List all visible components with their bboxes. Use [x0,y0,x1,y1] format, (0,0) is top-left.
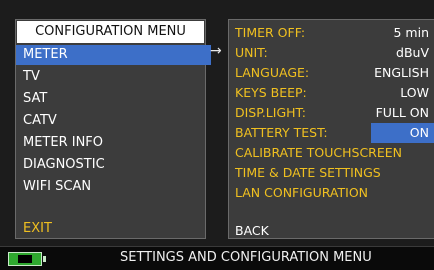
setting-label: KEYS BEEP: [235,85,307,100]
setting-value: ENGLISH [374,65,429,80]
status-bar-text: SETTINGS AND CONFIGURATION MENU [120,250,372,265]
setting-row-keys-beep[interactable]: KEYS BEEP: LOW [229,83,434,103]
menu-item-catv[interactable]: CATV [16,111,211,131]
setting-row-language[interactable]: LANGUAGE: ENGLISH [229,63,434,83]
setting-row-battery-test[interactable]: BATTERY TEST: ON [229,123,434,143]
setting-label: UNIT: [235,45,268,60]
setting-label: LANGUAGE: [235,65,310,80]
exit-button[interactable]: EXIT [16,219,52,239]
configuration-menu-panel: CONFIGURATION MENU METER TV SAT CATV MET… [15,19,211,239]
setting-value: LOW [400,85,429,100]
status-bar: SETTINGS AND CONFIGURATION MENU [0,246,434,270]
back-label: BACK [235,223,269,238]
calibrate-touchscreen-item[interactable]: CALIBRATE TOUCHSCREEN [229,143,434,163]
setting-value-selected[interactable]: ON [371,123,434,143]
configuration-menu-title: CONFIGURATION MENU [17,21,204,43]
battery-icon [8,252,46,266]
back-button[interactable]: BACK [229,221,434,241]
setting-row-timer-off[interactable]: TIMER OFF: 5 min [229,23,434,43]
time-date-settings-item[interactable]: TIME & DATE SETTINGS [229,163,434,183]
menu-item-meter-info[interactable]: METER INFO [16,133,211,153]
lan-configuration-item[interactable]: LAN CONFIGURATION [229,183,434,203]
action-label: CALIBRATE TOUCHSCREEN [235,145,403,160]
setting-value: 5 min [393,25,430,40]
action-label: LAN CONFIGURATION [235,185,369,200]
menu-item-sat[interactable]: SAT [16,89,211,109]
setting-row-unit[interactable]: UNIT: dBuV [229,43,434,63]
menu-item-wifi-scan[interactable]: WIFI SCAN [16,177,211,197]
menu-item-tv[interactable]: TV [16,67,211,87]
menu-item-meter[interactable]: METER [16,45,211,65]
setting-label: BATTERY TEST: [235,125,328,140]
setting-value: FULL ON [375,105,429,120]
setting-row-disp-light[interactable]: DISP.LIGHT: FULL ON [229,103,434,123]
setting-label: TIMER OFF: [235,25,306,40]
settings-panel: TIMER OFF: 5 min UNIT: dBuV LANGUAGE: EN… [228,19,434,239]
action-label: TIME & DATE SETTINGS [235,165,381,180]
setting-label: DISP.LIGHT: [235,105,307,120]
setting-value: dBuV [396,45,429,60]
arrow-right-icon: → [210,43,222,59]
menu-item-diagnostic[interactable]: DIAGNOSTIC [16,155,211,175]
